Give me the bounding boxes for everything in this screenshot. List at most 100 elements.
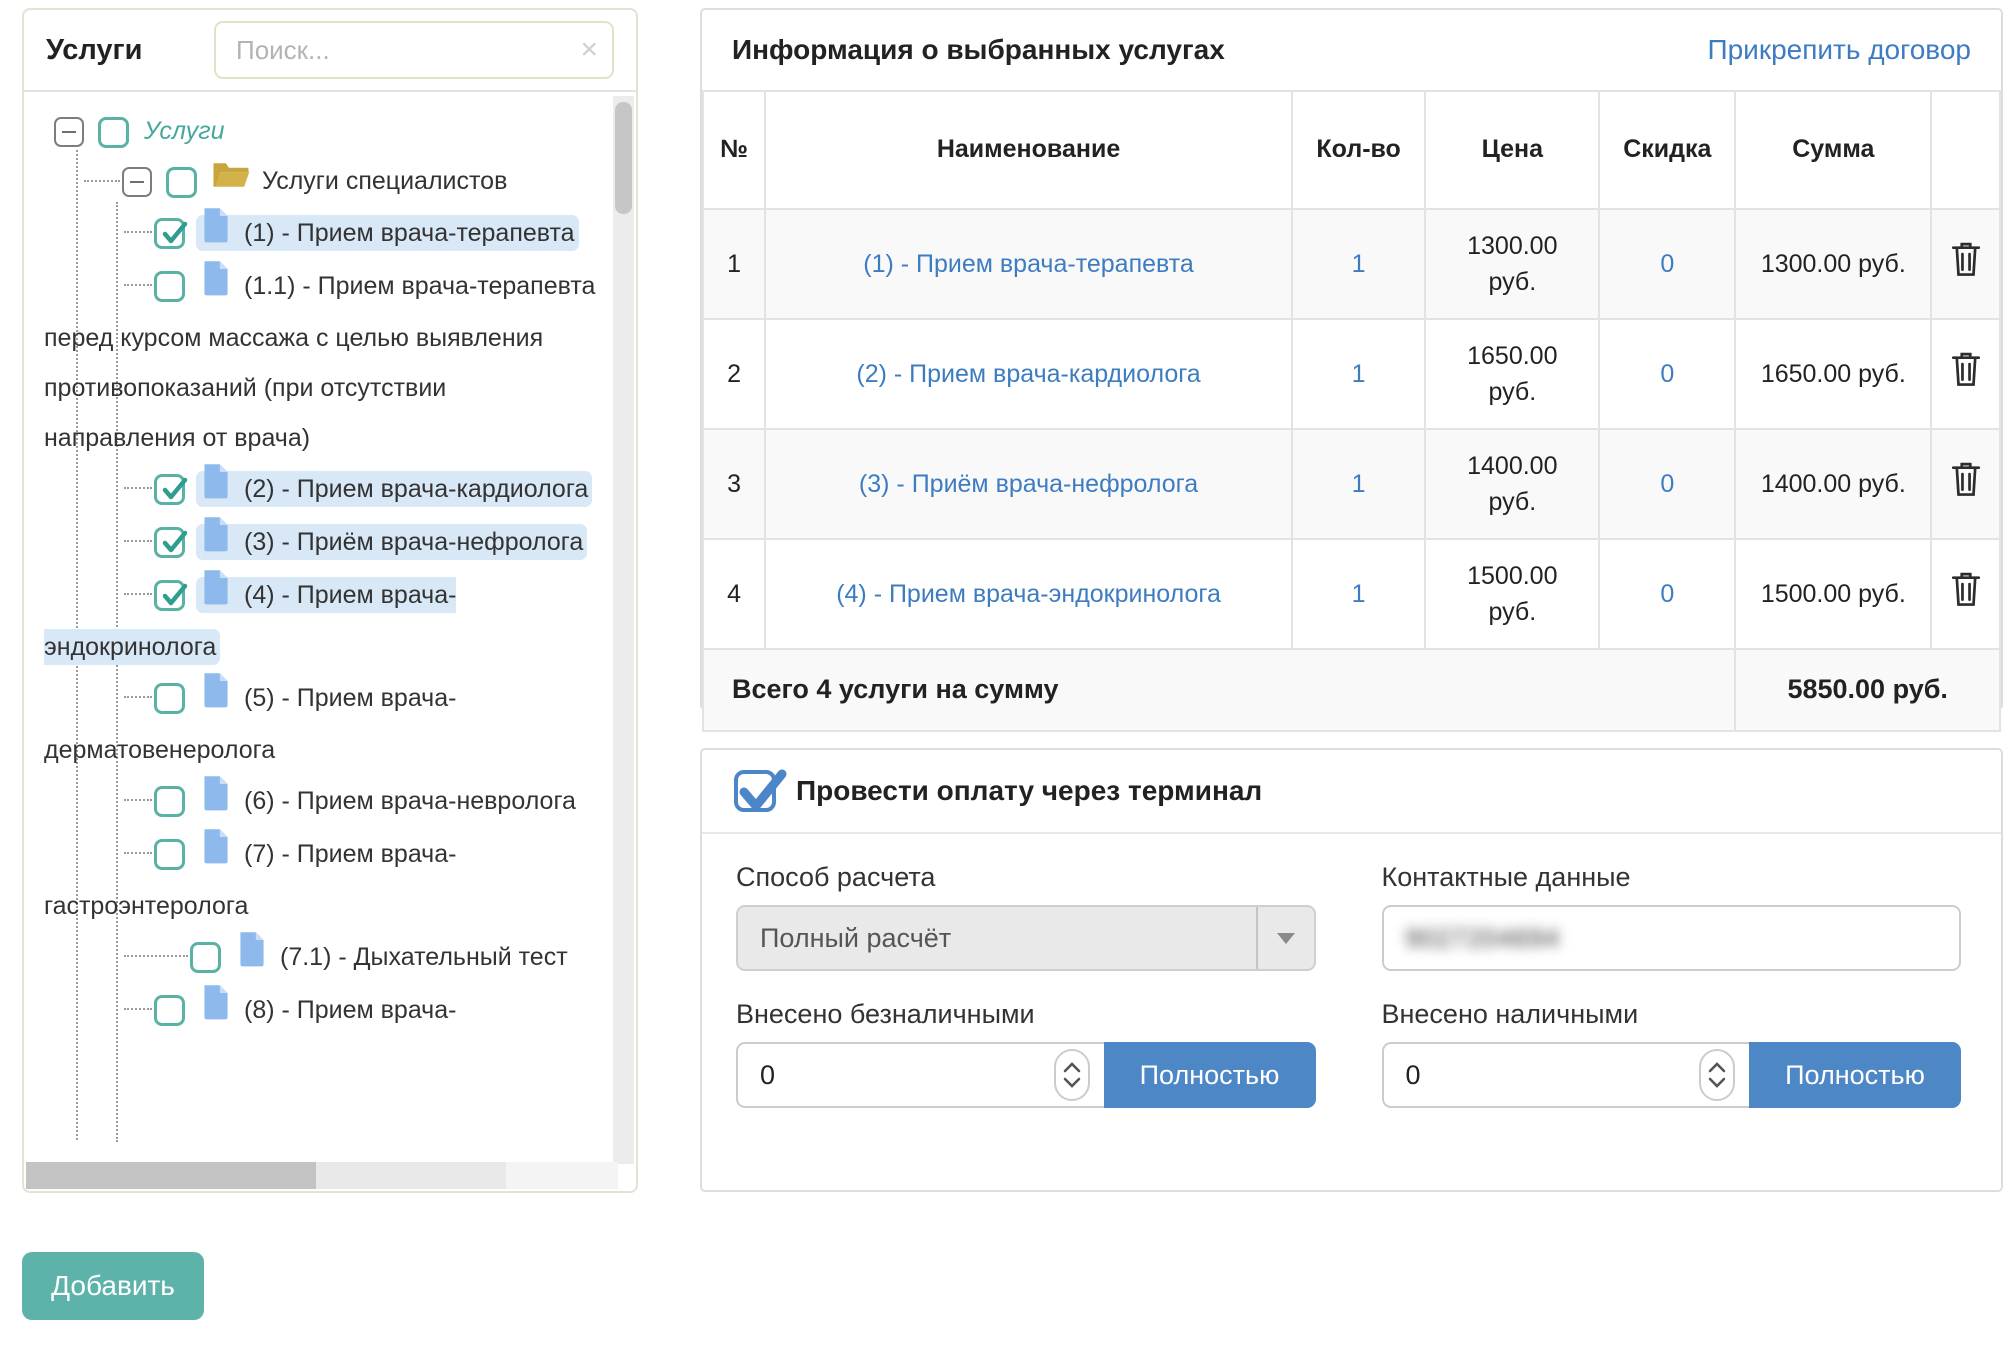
discount-link[interactable]: 0 [1660, 470, 1674, 498]
discount-link[interactable]: 0 [1660, 360, 1674, 388]
price-cell: 1500.00 руб. [1425, 539, 1599, 649]
column-header: Сумма [1735, 91, 1931, 209]
table-row: 1(1) - Прием врача-терапевта11300.00 руб… [703, 209, 2000, 319]
stepper-icon[interactable] [1054, 1049, 1090, 1101]
tree-item: (6) - Прием врача-невролога [44, 775, 596, 828]
tree-checkbox[interactable] [154, 527, 185, 558]
vertical-scrollbar-thumb[interactable] [615, 102, 632, 214]
quantity-link[interactable]: 1 [1352, 360, 1366, 388]
quantity-link[interactable]: 1 [1352, 470, 1366, 498]
search-input[interactable] [214, 21, 614, 79]
cashless-full-button[interactable]: Полностью [1104, 1042, 1316, 1108]
tree-indent [44, 854, 154, 855]
service-name-link[interactable]: (4) - Прием врача-эндокринолога [836, 580, 1221, 608]
folder-icon [212, 157, 250, 207]
tree-checkbox[interactable] [190, 942, 221, 973]
discount-link[interactable]: 0 [1660, 580, 1674, 608]
price-cell: 1650.00 руб. [1425, 319, 1599, 429]
search-box: × [214, 21, 614, 79]
tree-checkbox[interactable] [98, 117, 129, 148]
tree-item-label: (1) - Прием врача-терапевта [244, 219, 575, 247]
tree-item-link[interactable]: Услуги [144, 117, 224, 145]
tree-checkbox[interactable] [154, 683, 185, 714]
sum-cell: 1400.00 руб. [1735, 429, 1931, 539]
table-header-row: №НаименованиеКол-воЦенаСкидкаСумма [703, 91, 2000, 209]
attach-contract-link[interactable]: Прикрепить договор [1707, 34, 1971, 66]
delete-trash-icon[interactable] [1949, 350, 1983, 388]
tree-item-link[interactable]: (4) - Прием врача-эндокринолога [44, 581, 456, 662]
service-name-link[interactable]: (3) - Приём врача-нефролога [859, 470, 1198, 498]
cashless-field: Внесено безналичными 0 Полностью [736, 999, 1316, 1108]
tree-item-link[interactable]: (3) - Приём врача-нефролога [200, 528, 583, 556]
price-cell: 1400.00 руб. [1425, 429, 1599, 539]
tree-checkbox[interactable] [154, 839, 185, 870]
tree-item-label: (1.1) - Прием врача-терапевта перед курс… [44, 272, 595, 453]
dropdown-arrow-icon [1256, 907, 1314, 969]
delete-trash-icon[interactable] [1949, 570, 1983, 608]
services-table: №НаименованиеКол-воЦенаСкидкаСумма 1 (1) … [702, 90, 2001, 732]
cash-full-button[interactable]: Полностью [1749, 1042, 1961, 1108]
page: Услуги × Услуги Услуги специалистов (1) - … [0, 0, 2008, 1348]
cashless-input[interactable]: 0 [736, 1042, 1104, 1108]
table-cell: 0 [1599, 209, 1735, 319]
tree-item-link[interactable]: Услуги специалистов [212, 167, 507, 195]
delete-trash-icon[interactable] [1949, 460, 1983, 498]
tree-item-link[interactable]: (5) - Прием врача-дерматовенеролога [44, 684, 456, 765]
file-icon [200, 260, 232, 313]
cash-input[interactable]: 0 [1382, 1042, 1750, 1108]
tree-item: (4) - Прием врача-эндокринолога [44, 569, 596, 672]
tree-checkbox[interactable] [154, 271, 185, 302]
collapse-minus-icon[interactable] [54, 117, 84, 147]
tree-checkbox[interactable] [166, 167, 197, 198]
tree-item-link[interactable]: (8) - Прием врача- [200, 996, 456, 1024]
contact-input[interactable]: 9027204694 [1382, 905, 1962, 971]
service-name-link[interactable]: (1) - Прием врача-терапевта [863, 250, 1194, 278]
discount-link[interactable]: 0 [1660, 250, 1674, 278]
tree-item: Услуги [44, 106, 596, 156]
tree-checkbox[interactable] [154, 995, 185, 1026]
tree-item-link[interactable]: (6) - Прием врача-невролога [200, 787, 576, 815]
contact-label: Контактные данные [1382, 862, 1962, 893]
panel-title: Услуги [46, 34, 142, 67]
tree-checkbox[interactable] [154, 580, 185, 611]
payment-method-select[interactable]: Полный расчёт [736, 905, 1316, 971]
table-cell: 1 [1292, 209, 1426, 319]
tree-indent [44, 489, 154, 490]
tree-item-link[interactable]: (2) - Прием врача-кардиолога [200, 475, 588, 503]
file-icon [200, 569, 232, 622]
tree-checkbox[interactable] [154, 786, 185, 817]
tree-indent [44, 542, 154, 543]
tree-item-label: (2) - Прием врача-кардиолога [244, 475, 588, 503]
tree-indent [44, 801, 154, 802]
horizontal-scrollbar-thumb[interactable] [26, 1162, 316, 1189]
row-number: 2 [703, 319, 765, 429]
cashless-label: Внесено безналичными [736, 999, 1316, 1030]
tree-item: Услуги специалистов [44, 156, 596, 207]
search-clear-icon[interactable]: × [580, 35, 598, 65]
tree-indent [44, 182, 122, 183]
vertical-scrollbar[interactable] [613, 96, 634, 1164]
tree-checkbox[interactable] [154, 474, 185, 505]
delete-trash-icon[interactable] [1949, 240, 1983, 278]
quantity-link[interactable]: 1 [1352, 250, 1366, 278]
stepper-icon[interactable] [1699, 1049, 1735, 1101]
column-header: Кол-во [1292, 91, 1426, 209]
quantity-link[interactable]: 1 [1352, 580, 1366, 608]
horizontal-scrollbar[interactable] [26, 1162, 618, 1189]
table-cell: (4) - Прием врача-эндокринолога [765, 539, 1292, 649]
cashless-value: 0 [760, 1060, 775, 1091]
add-button[interactable]: Добавить [22, 1252, 204, 1320]
file-icon [200, 775, 232, 828]
tree-checkbox[interactable] [154, 218, 185, 249]
table-cell: 1 [1292, 319, 1426, 429]
tree-item-link[interactable]: (1) - Прием врача-терапевта [200, 219, 575, 247]
terminal-payment-checkbox[interactable] [734, 770, 776, 812]
tree-item-link[interactable]: (7) - Прием врача-гастроэнтеролога [44, 840, 456, 921]
service-name-link[interactable]: (2) - Прием врача-кардиолога [856, 360, 1200, 388]
tree-indent [44, 233, 154, 234]
collapse-minus-icon[interactable] [122, 167, 152, 197]
tree-item-label: (7) - Прием врача-гастроэнтеролога [44, 840, 456, 921]
tree-item-link[interactable]: (1.1) - Прием врача-терапевта перед курс… [44, 272, 595, 453]
table-cell: (2) - Прием врача-кардиолога [765, 319, 1292, 429]
tree-item-link[interactable]: (7.1) - Дыхательный тест [236, 943, 568, 971]
